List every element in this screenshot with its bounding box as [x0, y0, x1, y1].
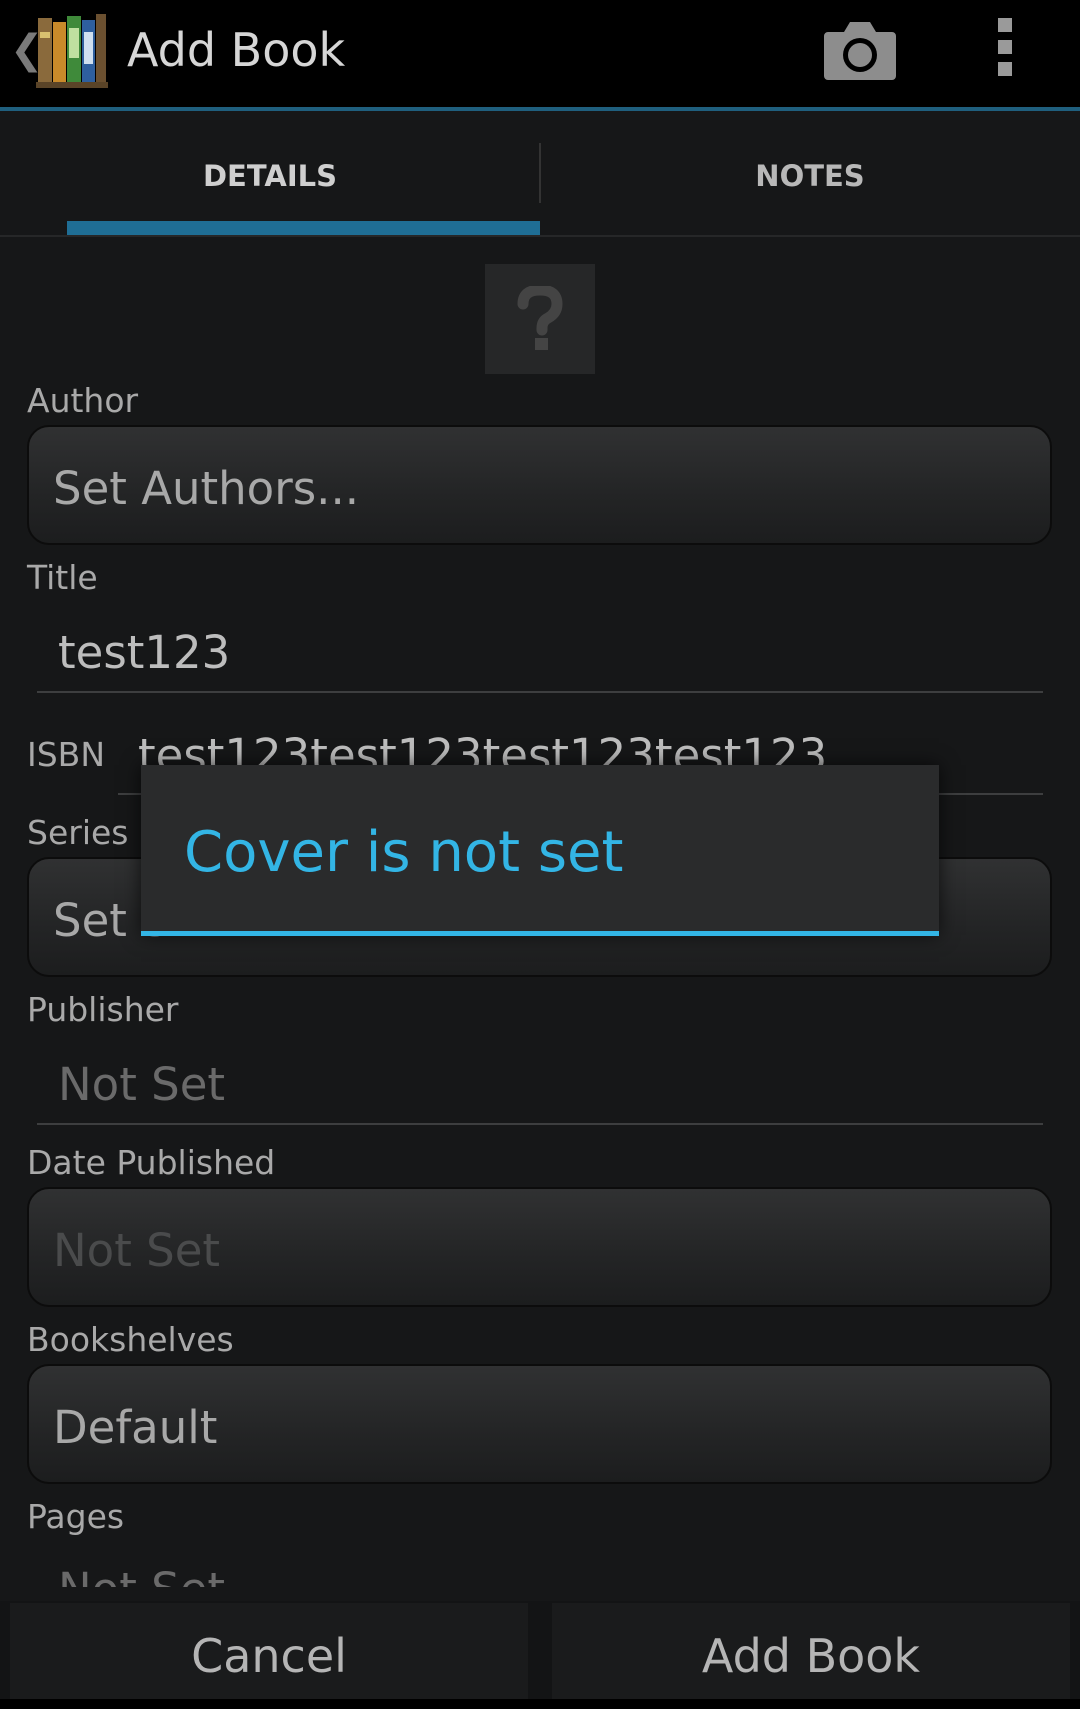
author-value: Set Authors...	[53, 462, 360, 515]
dialog-title-divider	[141, 931, 939, 936]
pages-clip: Not Set	[0, 1551, 1080, 1587]
author-field[interactable]: Set Authors...	[27, 425, 1052, 545]
page-title: Add Book	[127, 23, 346, 77]
bookshelves-field[interactable]: Default	[27, 1364, 1052, 1484]
add-book-button[interactable]: Add Book	[552, 1603, 1070, 1699]
overflow-menu-icon[interactable]	[990, 18, 1020, 82]
bookshelves-value: Default	[53, 1401, 218, 1454]
publisher-underline	[37, 1123, 1043, 1125]
pages-label: Pages	[27, 1497, 125, 1536]
camera-icon	[824, 22, 896, 80]
tab-details[interactable]: DETAILS	[0, 111, 540, 235]
title-underline	[37, 691, 1043, 693]
series-label: Series	[27, 813, 129, 852]
publisher-label: Publisher	[27, 990, 179, 1029]
cancel-button[interactable]: Cancel	[10, 1603, 528, 1699]
date-published-label: Date Published	[27, 1143, 276, 1182]
date-published-field[interactable]: Not Set	[27, 1187, 1052, 1307]
bookshelves-label: Bookshelves	[27, 1320, 234, 1359]
cover-not-set-dialog: Cover is not set	[141, 765, 939, 936]
books-app-icon[interactable]	[36, 12, 108, 88]
author-label: Author	[27, 381, 139, 420]
publisher-input[interactable]: Not Set	[58, 1058, 225, 1112]
title-input[interactable]: test123	[58, 626, 230, 680]
cover-thumbnail[interactable]	[485, 264, 595, 374]
action-bar: ❮ Add Book	[0, 0, 1080, 108]
dialog-title: Cover is not set	[184, 820, 624, 885]
question-mark-icon	[517, 286, 563, 350]
tab-bar: DETAILS NOTES	[0, 111, 1080, 237]
tab-selected-indicator	[67, 221, 540, 235]
date-published-value: Not Set	[53, 1224, 221, 1277]
tab-bar-divider	[0, 235, 1080, 237]
isbn-label: ISBN	[27, 735, 106, 774]
camera-button[interactable]	[820, 14, 900, 86]
pages-input[interactable]: Not Set	[58, 1563, 225, 1587]
title-label: Title	[27, 558, 98, 597]
tab-notes[interactable]: NOTES	[540, 111, 1080, 235]
